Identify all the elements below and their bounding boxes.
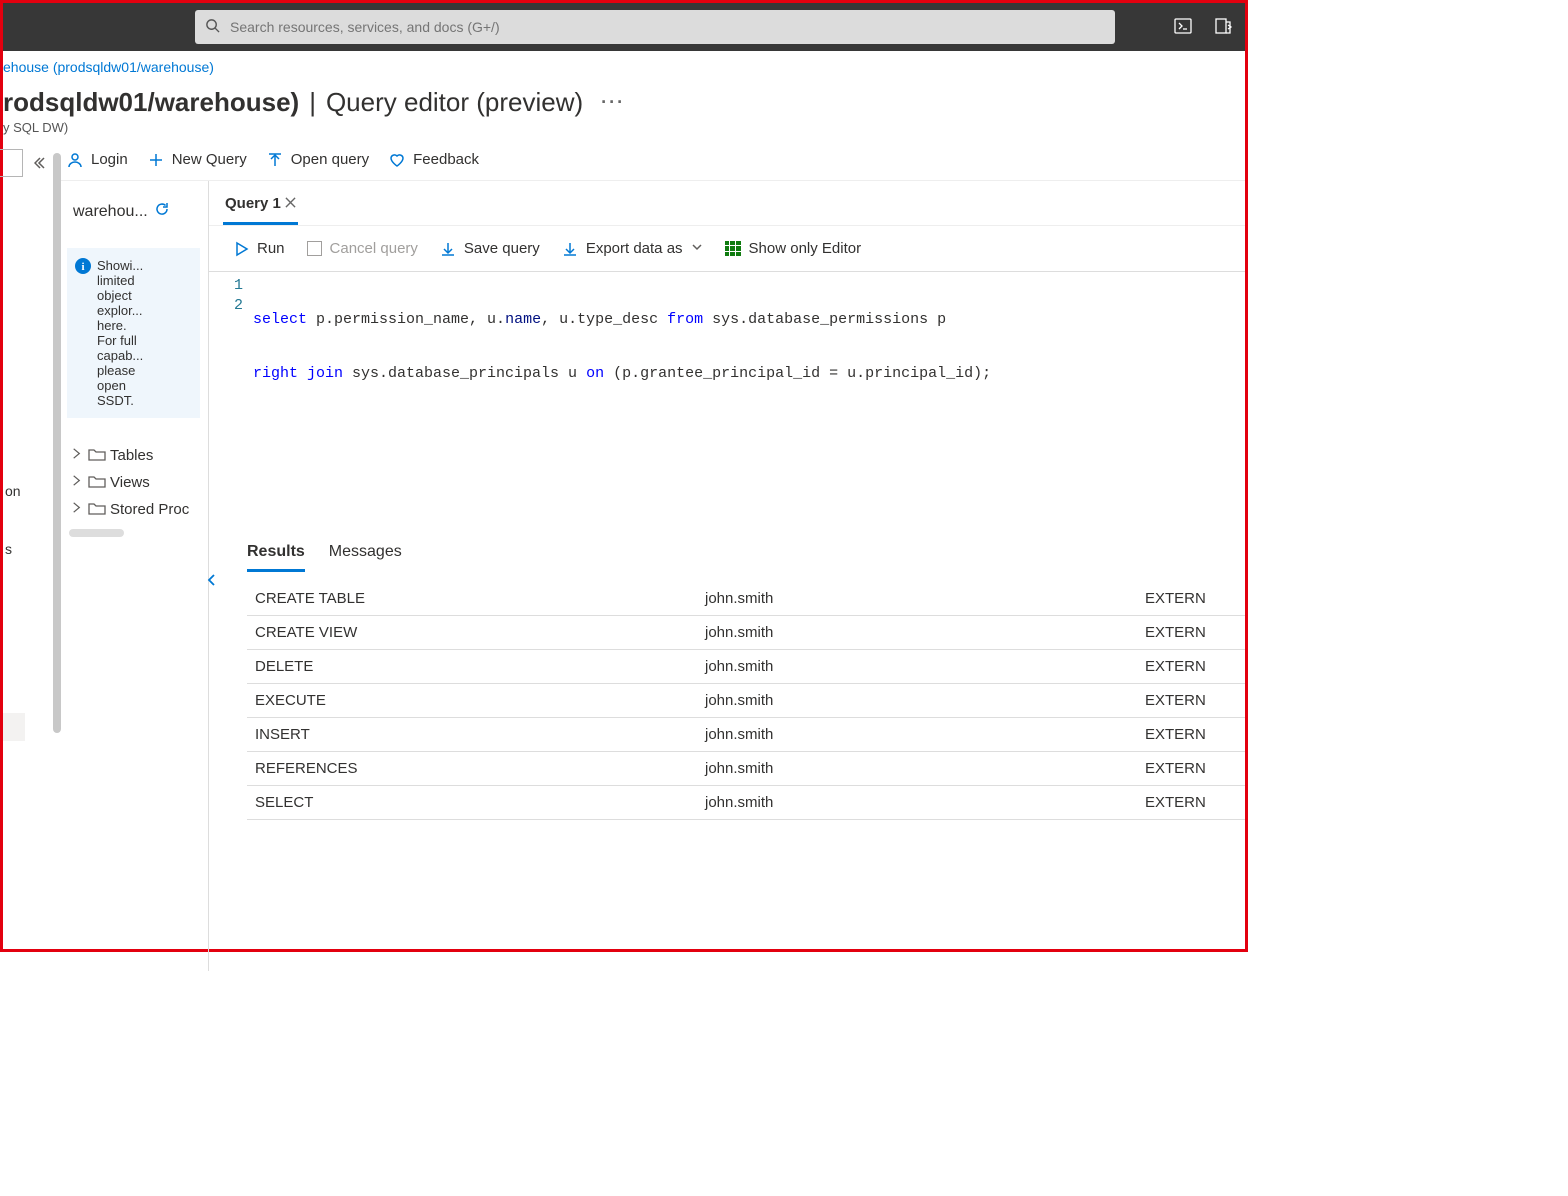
partial-nav-item[interactable]: s [3,535,25,563]
grid-icon [725,241,741,257]
feedback-button[interactable]: Feedback [389,151,479,168]
query-editor-panel: Query 1 Run Cancel query Sav [209,181,1245,971]
chevron-down-icon [691,240,703,257]
folder-icon [88,447,106,465]
object-explorer: warehou... i Showi... limited object exp… [59,181,209,971]
partial-input[interactable] [0,149,23,177]
tab-results[interactable]: Results [247,543,305,572]
search-icon [205,18,220,36]
collapse-left-icon[interactable] [34,155,50,174]
results-tabbar: Results Messages [209,531,1245,572]
cancel-query-button: Cancel query [307,240,418,257]
db-name-label: warehou... [73,203,148,221]
breadcrumb-link[interactable]: ehouse (prodsqldw01/warehouse) [3,59,214,75]
save-query-button[interactable]: Save query [440,240,540,257]
table-row[interactable]: DELETEjohn.smithEXTERN [247,650,1245,684]
page-subtitle: y SQL DW) [3,120,1245,135]
command-bar: Login New Query Open query Feedback [59,145,1245,180]
refresh-icon[interactable] [154,201,170,222]
more-dots-icon[interactable]: ··· [601,92,625,113]
line-gutter: 1 2 [209,272,253,531]
table-row[interactable]: SELECTjohn.smithEXTERN [247,786,1245,820]
chevron-right-icon [69,473,84,492]
query-tab[interactable]: Query 1 [223,191,298,225]
horizontal-scrollbar[interactable] [69,529,124,537]
login-button[interactable]: Login [67,151,128,168]
search-input[interactable] [230,19,1105,35]
top-bar [3,3,1245,51]
tab-messages[interactable]: Messages [329,543,402,572]
close-tab-icon[interactable] [285,195,296,212]
show-only-editor-button[interactable]: Show only Editor [725,240,862,257]
cloud-shell-icon[interactable] [1173,16,1193,39]
partial-nav-selected[interactable] [3,713,25,741]
chevron-right-icon [69,446,84,465]
svg-text:i: i [81,261,84,273]
sql-editor[interactable]: 1 2 select p.permission_name, u.name, u.… [209,271,1245,531]
breadcrumb: ehouse (prodsqldw01/warehouse) [3,51,1245,75]
directory-switch-icon[interactable] [1213,16,1233,39]
partial-nav-item[interactable]: on [3,477,25,505]
results-grid: CREATE TABLEjohn.smithEXTERN CREATE VIEW… [209,572,1245,820]
folder-icon [88,474,106,492]
query-toolbar: Run Cancel query Save query Export data … [209,226,1245,271]
table-row[interactable]: EXECUTEjohn.smithEXTERN [247,684,1245,718]
page-header: rodsqldw01/warehouse) | Query editor (pr… [3,75,1245,145]
chevron-right-icon [69,500,84,519]
table-row[interactable]: REFERENCESjohn.smithEXTERN [247,752,1245,786]
info-callout: i Showi... limited object explor... here… [67,248,200,418]
tree-sprocs[interactable]: Stored Proc [69,496,198,523]
info-text: Showi... limited object explor... here. … [97,258,143,408]
table-row[interactable]: CREATE VIEWjohn.smithEXTERN [247,616,1245,650]
code-area[interactable]: select p.permission_name, u.name, u.type… [253,272,991,531]
export-data-button[interactable]: Export data as [562,240,703,257]
table-row[interactable]: INSERTjohn.smithEXTERN [247,718,1245,752]
new-query-button[interactable]: New Query [148,151,247,168]
info-icon: i [75,258,91,274]
page-title: rodsqldw01/warehouse) | Query editor (pr… [3,87,1245,118]
left-partial-nav: on s [3,145,25,971]
tree-tables[interactable]: Tables [69,442,198,469]
tree-views[interactable]: Views [69,469,198,496]
chevron-left-icon[interactable] [205,573,219,590]
table-row[interactable]: CREATE TABLEjohn.smithEXTERN [247,582,1245,616]
run-button[interactable]: Run [233,240,285,257]
folder-icon [88,501,106,519]
open-query-button[interactable]: Open query [267,151,369,168]
stop-icon [307,241,322,256]
global-search[interactable] [195,10,1115,44]
